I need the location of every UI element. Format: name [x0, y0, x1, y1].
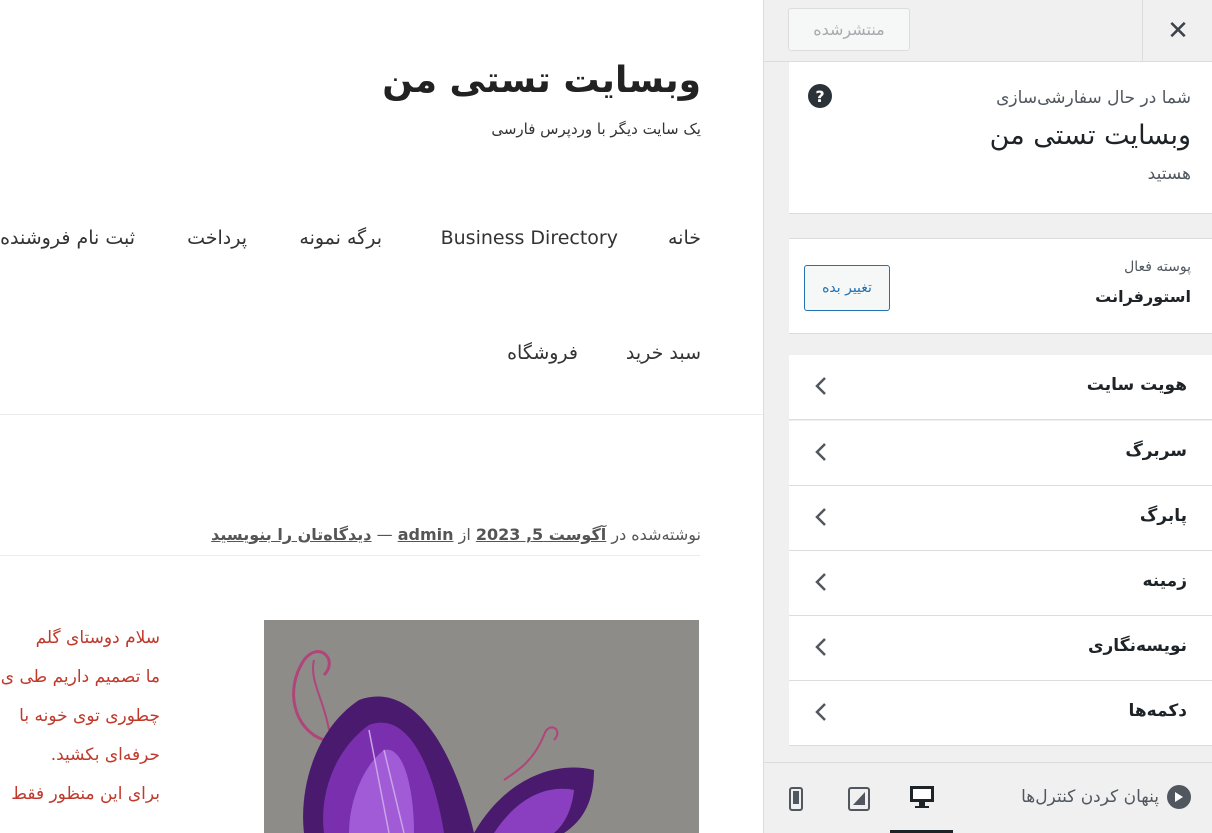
- chevron-left-icon: [815, 377, 826, 395]
- customizing-suffix: هستید: [1147, 164, 1191, 184]
- active-theme-name: استورفرانت: [1095, 287, 1191, 306]
- nav-item-sample-page[interactable]: برگه نمونه: [299, 227, 382, 249]
- mobile-icon: [788, 786, 803, 811]
- site-title[interactable]: وبسایت تستی من: [382, 60, 701, 101]
- device-mobile-button[interactable]: [764, 763, 827, 833]
- section-background[interactable]: زمینه: [789, 551, 1212, 616]
- posted-in-label: نوشته‌شده در: [611, 525, 701, 544]
- meta-separator: —: [376, 525, 393, 544]
- customizer-topbar: منتشرشده ✕: [764, 0, 1212, 62]
- hide-controls-toggle[interactable]: پنهان کردن کنترل‌ها: [1021, 785, 1191, 809]
- author-link[interactable]: admin: [398, 525, 454, 544]
- nav-item-vendor-register[interactable]: ثبت نام فروشنده: [0, 227, 135, 249]
- help-icon[interactable]: ?: [808, 84, 832, 108]
- tablet-icon: [847, 786, 870, 811]
- section-typography[interactable]: نویسه‌نگاری: [789, 616, 1212, 681]
- section-label: هویت سایت: [1086, 375, 1187, 395]
- nav-item-checkout[interactable]: پرداخت: [187, 227, 247, 249]
- hide-controls-label: پنهان کردن کنترل‌ها: [1021, 787, 1159, 807]
- device-tablet-button[interactable]: [827, 763, 890, 833]
- chevron-left-icon: [815, 638, 826, 656]
- section-footer[interactable]: پابرگ: [789, 486, 1212, 551]
- nav-item-shop[interactable]: فروشگاه: [507, 342, 578, 364]
- active-theme-label: پوسته فعال: [1124, 259, 1191, 275]
- change-theme-button[interactable]: تغییر بده: [804, 265, 890, 311]
- post-text-line: برای این منظور فقط: [11, 784, 160, 804]
- chevron-left-icon: [815, 703, 826, 721]
- chevron-left-icon: [815, 508, 826, 526]
- post-meta: نوشته‌شده در آگوست 5, 2023 از admin — دی…: [211, 525, 701, 544]
- post-text-line: چطوری توی خونه با: [19, 706, 160, 726]
- site-tagline: یک سایت دیگر با وردپرس فارسی: [491, 120, 701, 138]
- customizing-info: شما در حال سفارشی‌سازی وبسایت تستی من هس…: [789, 62, 1212, 214]
- close-icon[interactable]: ✕: [1142, 0, 1212, 62]
- from-label: از: [458, 525, 471, 544]
- nav-item-business-directory[interactable]: Business Directory: [441, 227, 618, 249]
- section-label: زمینه: [1142, 571, 1187, 591]
- section-label: سربرگ: [1125, 441, 1187, 461]
- section-label: دکمه‌ها: [1128, 701, 1188, 721]
- section-buttons[interactable]: دکمه‌ها: [789, 681, 1212, 746]
- chevron-left-icon: [815, 573, 826, 591]
- customizer-sidebar: منتشرشده ✕ شما در حال سفارشی‌سازی وبسایت…: [763, 0, 1212, 833]
- collapse-icon: [1167, 785, 1191, 809]
- device-desktop-button[interactable]: [890, 763, 953, 833]
- desktop-icon: [909, 785, 934, 808]
- comment-link[interactable]: دیدگاه‌تان را بنویسید: [211, 525, 371, 544]
- post-date-link[interactable]: آگوست 5, 2023: [476, 525, 606, 544]
- customizing-site-title: وبسایت تستی من: [989, 120, 1191, 151]
- section-label: نویسه‌نگاری: [1087, 636, 1187, 656]
- section-label: پابرگ: [1139, 506, 1187, 526]
- publish-button[interactable]: منتشرشده: [788, 8, 910, 51]
- nav-item-home[interactable]: خانه: [668, 227, 701, 249]
- header-divider: [0, 414, 763, 415]
- post-image: [264, 620, 699, 833]
- nav-item-cart[interactable]: سبد خرید: [626, 342, 701, 364]
- post-text-line: ما تصمیم داریم طی ی: [0, 667, 160, 687]
- post-text-line: سلام دوستای گلم: [35, 628, 160, 648]
- meta-divider: [0, 555, 700, 556]
- chevron-left-icon: [815, 443, 826, 461]
- site-preview: وبسایت تستی من یک سایت دیگر با وردپرس فا…: [0, 0, 763, 833]
- section-header[interactable]: سربرگ: [789, 421, 1212, 486]
- section-site-identity[interactable]: هویت سایت: [789, 355, 1212, 420]
- customizing-label: شما در حال سفارشی‌سازی: [996, 88, 1191, 108]
- post-text-line: حرفه‌ای بکشید.: [50, 745, 160, 765]
- active-theme-box: پوسته فعال استورفرانت تغییر بده: [789, 238, 1212, 334]
- customizer-footer: پنهان کردن کنترل‌ها: [764, 762, 1212, 833]
- customizer-panel: شما در حال سفارشی‌سازی وبسایت تستی من هس…: [789, 62, 1212, 762]
- butterfly-illustration: [264, 620, 699, 833]
